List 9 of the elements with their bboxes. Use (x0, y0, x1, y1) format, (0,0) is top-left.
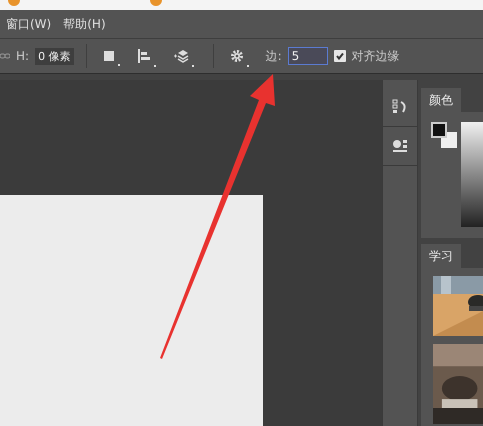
panel-tab[interactable]: 学习 (421, 244, 461, 268)
checkbox-label: 对齐边缘 (352, 48, 400, 64)
edge-label: 边: (266, 48, 282, 64)
height-field[interactable]: 0 像素 (35, 48, 74, 64)
edge-field[interactable]: 5 (288, 47, 328, 65)
panel-tab[interactable]: 颜色 (421, 88, 461, 112)
height-label: H: (16, 49, 30, 63)
menu-item[interactable]: 帮助(H) (63, 16, 106, 32)
menu-item[interactable]: 窗口(W) (6, 16, 52, 32)
